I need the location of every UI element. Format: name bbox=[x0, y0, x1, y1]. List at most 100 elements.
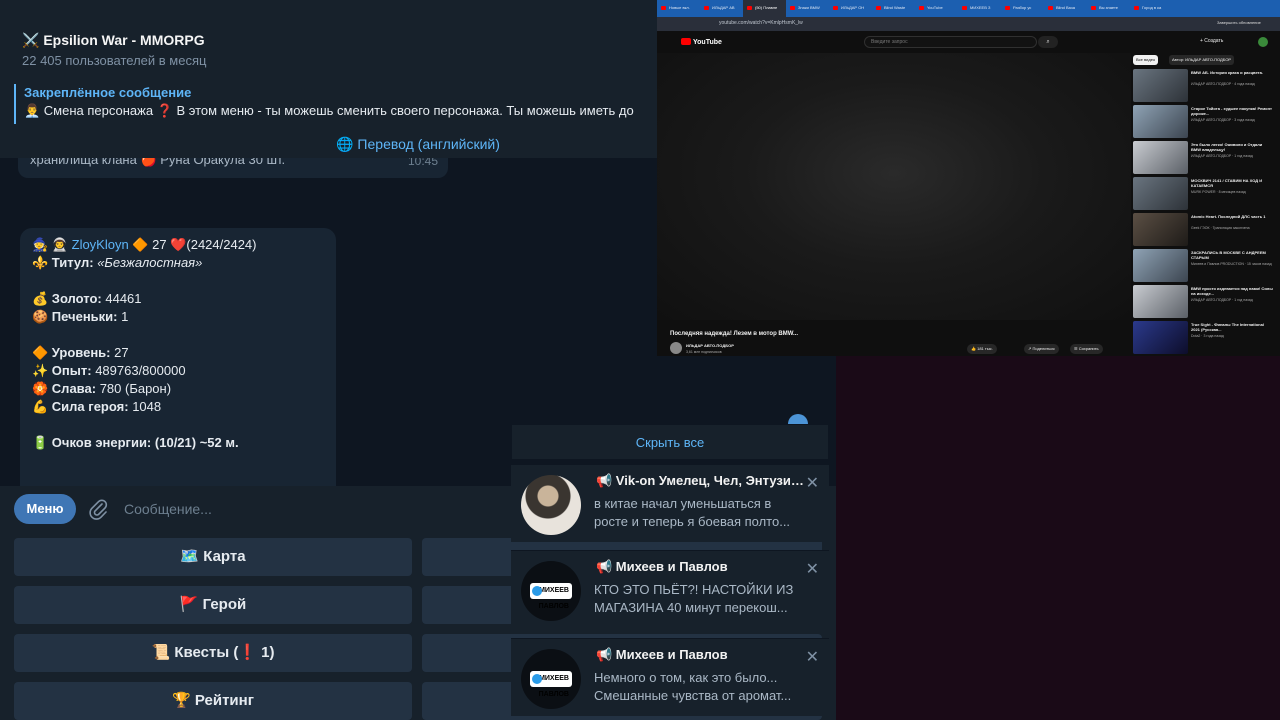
level-line: 🔶 Уровень: 27 bbox=[32, 344, 324, 362]
avatar[interactable] bbox=[1258, 37, 1268, 47]
chip-author[interactable]: Автор: ИЛЬДАР АВТО-ПОДБОР bbox=[1169, 55, 1235, 65]
notification-line: Смешанные чувства от аромат... bbox=[594, 688, 792, 703]
related-video-title: ЗАСКРАЛИСЬ В МОСКВЕ С АНДРЕЕМ СТАРЫМ bbox=[1191, 250, 1266, 260]
message-input[interactable] bbox=[124, 494, 504, 524]
chat-subtitle: 22 405 пользователей в месяц bbox=[22, 53, 207, 68]
related-video[interactable]: Старое Тойота - худшее покупка! Ремонт д… bbox=[1133, 105, 1273, 140]
hide-all-button[interactable]: Скрыть все bbox=[511, 424, 829, 460]
related-video[interactable]: BMW АБ. История краха и расцвета. ИЛЬДАР … bbox=[1133, 69, 1273, 104]
notification-stack: Скрыть все 📢 Vik-on Умелец, Чел, Энтузиа… bbox=[511, 420, 829, 720]
avatar: МИХЕЕВ ПАВЛОВ bbox=[521, 561, 581, 621]
related-video-meta: ИЛЬДАР АВТО-ПОДБОР · 1 год назад bbox=[1191, 298, 1253, 302]
power-value: 1048 bbox=[132, 399, 162, 414]
browser-tab-active[interactable]: (50) Плавле bbox=[743, 0, 786, 17]
save-button[interactable]: ☰ Сохранить bbox=[1070, 344, 1103, 354]
related-video[interactable]: Это было легко! Оживили и Отдали BMW вла… bbox=[1133, 141, 1273, 176]
previous-message-text: хранилища клана 🍎 Руна Оракула 30 шт. bbox=[30, 158, 286, 167]
power-line: 💪 Сила героя: 1048 bbox=[32, 398, 324, 416]
related-video-title: BMW просто издевается над нами! Силы на … bbox=[1191, 286, 1273, 296]
title-value: «Безжалостная» bbox=[97, 255, 203, 270]
related-video-title: МОСКВИЧ 2141 / СТАВИМ НА ХОД И КАТАЕМСЯ bbox=[1191, 178, 1263, 188]
close-icon[interactable]: ✕ bbox=[806, 559, 819, 579]
related-video-meta: Geek ГЭОК · Трансляция закончена bbox=[1191, 226, 1250, 230]
gold-label: 💰 Золото: bbox=[32, 291, 102, 306]
browser-tab-strip: Новые вкл. ИЛЬДАР АВ (50) Плавле Знаки BMW И… bbox=[657, 0, 1280, 17]
level-health: 🔶 27 ❤️(2424/2424) bbox=[132, 237, 257, 252]
browser-tab[interactable]: ИЛЬДАР АВ bbox=[700, 0, 743, 17]
pinned-message-title: Закреплённое сообщение bbox=[24, 85, 192, 100]
video-thumbnail bbox=[1133, 105, 1188, 138]
cookies-line: 🍪 Печеньки: 1 bbox=[32, 308, 324, 326]
browser-account-button[interactable]: Завершить обновление bbox=[1217, 20, 1261, 25]
paperclip-icon[interactable] bbox=[88, 498, 108, 520]
youtube-masthead: YouTube Введите запрос ⌕ + Создать bbox=[657, 31, 1280, 53]
browser-tab[interactable]: Город в ка bbox=[1130, 0, 1173, 17]
address-bar[interactable]: youtube.com/watch?v=KmlpHsmK_lw Завершит… bbox=[657, 17, 1280, 31]
video-thumbnail bbox=[1133, 285, 1188, 318]
browser-tab[interactable]: Разбор ус bbox=[1001, 0, 1044, 17]
pinned-message[interactable]: Закреплённое сообщение 👨‍💼 Смена персона… bbox=[14, 84, 657, 124]
notification-line: КТО ЭТО ПЬЁТ?! НАСТОЙКИ ИЗ bbox=[594, 582, 794, 597]
video-thumbnail bbox=[1133, 213, 1188, 246]
notification-title: 📢 Vik-on Умелец, Чел, Энтузиаст bbox=[596, 473, 808, 488]
url-text[interactable]: youtube.com/watch?v=KmlpHsmK_lw bbox=[719, 20, 803, 26]
video-player[interactable] bbox=[657, 53, 1131, 320]
keyboard-button-hero[interactable]: 🚩 Герой bbox=[14, 586, 412, 624]
related-video-meta: Михеев и Павлов PRODUCTION · 15 часов на… bbox=[1191, 262, 1272, 266]
browser-tab[interactable]: Знаки BMW bbox=[786, 0, 829, 17]
notification-card[interactable]: МИХЕЕВ ПАВЛОВ 📢 Михеев и Павлов КТО ЭТО … bbox=[511, 550, 829, 628]
channel-avatar[interactable] bbox=[670, 342, 682, 354]
related-video[interactable]: МОСКВИЧ 2141 / СТАВИМ НА ХОД И КАТАЕМСЯ M… bbox=[1133, 177, 1273, 212]
notification-body: в китае начал уменьшаться в росте и тепе… bbox=[594, 495, 814, 531]
related-video[interactable]: True Sight - Финалы The International 20… bbox=[1133, 321, 1273, 356]
related-video-meta: Dota2 · 3 года назад bbox=[1191, 334, 1224, 338]
search-icon[interactable]: ⌕ bbox=[1038, 36, 1058, 48]
power-label: 💪 Сила героя: bbox=[32, 399, 129, 414]
related-video[interactable]: Atomic Heart. Последний ДЛС часть 1 Geek … bbox=[1133, 213, 1273, 248]
keyboard-button-quests[interactable]: 📜 Квесты (❗ 1) bbox=[14, 634, 412, 672]
level-label: 🔶 Уровень: bbox=[32, 345, 111, 360]
gold-line: 💰 Золото: 44461 bbox=[32, 290, 324, 308]
channel-subscribers: 3,61 млн подписчиков bbox=[686, 350, 722, 354]
notification-card[interactable]: 📢 Vik-on Умелец, Чел, Энтузиаст в китае … bbox=[511, 464, 829, 542]
channel-logo: МИХЕЕВ ПАВЛОВ bbox=[530, 583, 572, 610]
browser-tab[interactable]: YouTube bbox=[915, 0, 958, 17]
share-button[interactable]: ↗ Поделиться bbox=[1024, 344, 1059, 354]
close-icon[interactable]: ✕ bbox=[806, 647, 819, 667]
browser-tab[interactable]: Новые вкл. bbox=[657, 0, 700, 17]
keyboard-button-rating[interactable]: 🏆 Рейтинг bbox=[14, 682, 412, 720]
notification-line: Немного о том, как это было... bbox=[594, 670, 778, 685]
close-icon[interactable]: ✕ bbox=[806, 473, 819, 493]
related-video[interactable]: BMW просто издевается над нами! Силы на … bbox=[1133, 285, 1273, 320]
youtube-browser-window: Новые вкл. ИЛЬДАР АВ (50) Плавле Знаки BMW И… bbox=[657, 0, 1280, 356]
avatar bbox=[521, 475, 581, 535]
username-link[interactable]: ZloyKloyn bbox=[72, 237, 129, 252]
exp-value: 489763/800000 bbox=[95, 363, 186, 378]
exp-line: ✨ Опыт: 489763/800000 bbox=[32, 362, 324, 380]
related-video[interactable]: ЗАСКРАЛИСЬ В МОСКВЕ С АНДРЕЕМ СТАРЫМ Михе… bbox=[1133, 249, 1273, 284]
youtube-logo[interactable]: YouTube bbox=[681, 38, 722, 46]
notification-title: 📢 Михеев и Павлов bbox=[596, 647, 728, 662]
browser-tab[interactable]: Вы знаете bbox=[1087, 0, 1130, 17]
chat-title: ⚔️ Epsilion War - MMORPG bbox=[22, 32, 205, 48]
create-button[interactable]: + Создать bbox=[1200, 38, 1223, 44]
related-video-meta: ИЛЬДАР АВТО-ПОДБОР · 4 года назад bbox=[1191, 82, 1255, 86]
browser-tab[interactable]: МИХЕЕВ З bbox=[958, 0, 1001, 17]
browser-tab[interactable]: Blind Ваза bbox=[1044, 0, 1087, 17]
browser-tab[interactable]: Blind Waste bbox=[872, 0, 915, 17]
menu-button[interactable]: Меню bbox=[14, 494, 76, 524]
keyboard-button-map[interactable]: 🗺️ Карта bbox=[14, 538, 412, 576]
glory-line: 🏵️ Слава: 780 (Барон) bbox=[32, 380, 324, 398]
notification-card[interactable]: МИХЕЕВ ПАВЛОВ 📢 Михеев и Павлов Немного … bbox=[511, 638, 829, 716]
browser-tab[interactable]: ИЛЬДАР ОН bbox=[829, 0, 872, 17]
gold-value: 44461 bbox=[105, 291, 142, 306]
energy-label: 🔋 Очков энергии: bbox=[32, 435, 152, 450]
search-input[interactable]: Введите запрос bbox=[864, 36, 1037, 48]
avatar: МИХЕЕВ ПАВЛОВ bbox=[521, 649, 581, 709]
related-video-title: True Sight - Финалы The International 20… bbox=[1191, 322, 1264, 332]
channel-name[interactable]: ИЛЬДАР АВТО-ПОДБОР bbox=[686, 343, 734, 348]
profile-message: 🧙 👨‍🚀 ZloyKloyn 🔶 27 ❤️(2424/2424) ⚜️ Ти… bbox=[20, 228, 336, 486]
glory-label: 🏵️ Слава: bbox=[32, 381, 97, 396]
chip-all[interactable]: Все видео bbox=[1133, 55, 1159, 65]
like-button[interactable]: 👍 181 тыс. bbox=[967, 344, 997, 354]
